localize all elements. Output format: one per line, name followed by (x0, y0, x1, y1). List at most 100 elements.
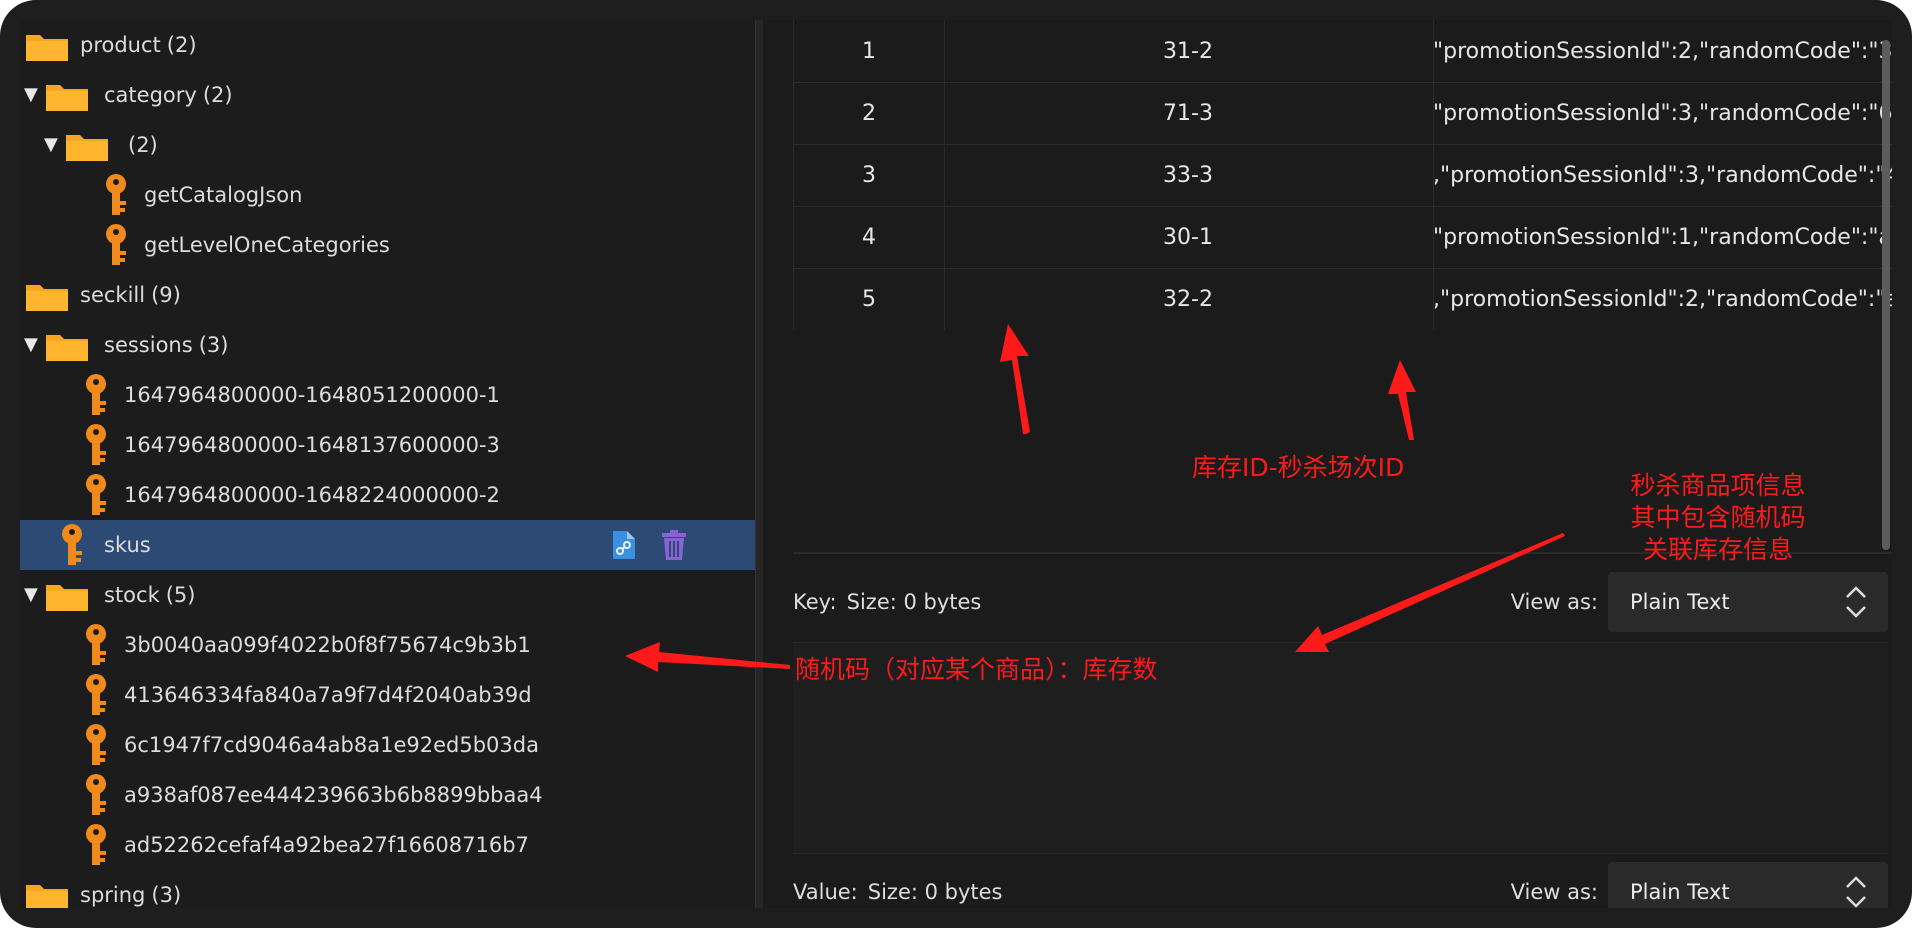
row-index: 3 (793, 144, 945, 206)
key-field-header: Key: Size: 0 bytes View as: Plain Text (793, 572, 1888, 632)
key-icon (86, 724, 106, 765)
folder-icon (66, 135, 108, 161)
folder-icon (26, 885, 68, 908)
annotation-line: 关联库存信息 (1642, 535, 1793, 564)
tree-label: ad52262cefaf4a92bea27f16608716b7 (124, 833, 529, 857)
table-row[interactable]: 5 32-2 ,"promotionSessionId":2,"randomCo… (793, 268, 1892, 330)
expand-arrow-icon[interactable]: ▼ (24, 336, 42, 354)
key-icon (86, 674, 106, 715)
tree-label: skus (104, 533, 151, 557)
tree-label: 3b0040aa099f4022b0f8f75674c9b3b1 (124, 633, 531, 657)
key-icon (86, 624, 106, 665)
app-window: product (2) ▼ category (2) ▼ (2) getCatalo… (0, 0, 1912, 928)
key-icon (106, 174, 126, 215)
tree-label: (2) (128, 133, 158, 157)
folder-icon (46, 335, 88, 361)
key-icon (62, 524, 82, 565)
row-index: 5 (793, 268, 945, 330)
tree-label: seckill (9) (80, 283, 181, 307)
trash-icon[interactable] (660, 529, 688, 561)
tree-key-session-1[interactable]: 1647964800000-1648051200000-1 (20, 370, 755, 420)
tree-key-session-2[interactable]: 1647964800000-1648137600000-3 (20, 420, 755, 470)
hash-value[interactable]: "promotionSessionId":3,"randomCode":"6c1 (1433, 82, 1892, 144)
key-format-select[interactable]: Plain Text (1608, 572, 1888, 632)
hash-field[interactable]: 71-3 (943, 82, 1434, 144)
tree-key-stock-3[interactable]: 6c1947f7cd9046a4ab8a1e92ed5b03da (20, 720, 755, 770)
view-as-label: View as: (1510, 880, 1598, 904)
expand-arrow-icon[interactable]: ▼ (24, 86, 42, 104)
row-index: 4 (793, 206, 945, 268)
key-tree: product (2) ▼ category (2) ▼ (2) getCatalo… (20, 20, 755, 908)
tree-key-getcatalogjson[interactable]: getCatalogJson (20, 170, 755, 220)
table-row[interactable]: 1 31-2 "promotionSessionId":2,"randomCod… (793, 20, 1892, 83)
tree-key-stock-2[interactable]: 413646334fa840a7a9f7d4f2040ab39d (20, 670, 755, 720)
annotation-line: 秒杀商品项信息 (1630, 471, 1806, 500)
value-size: Size: 0 bytes (867, 880, 1003, 904)
table-row[interactable]: 2 71-3 "promotionSessionId":3,"randomCod… (793, 82, 1892, 145)
key-icon (86, 774, 106, 815)
table-scrollbar[interactable] (1882, 40, 1890, 550)
hash-value[interactable]: ,"promotionSessionId":3,"randomCode":"41… (1433, 144, 1892, 206)
tree-key-stock-4[interactable]: a938af087ee444239663b6b8899bbaa4 (20, 770, 755, 820)
table-row[interactable]: 3 33-3 ,"promotionSessionId":3,"randomCo… (793, 144, 1892, 207)
tree-label: spring (3) (80, 883, 182, 907)
tree-label: getCatalogJson (144, 183, 303, 207)
hash-table: 1 31-2 "promotionSessionId":2,"randomCod… (793, 20, 1892, 330)
tree-folder-category[interactable]: ▼ category (2) (20, 70, 755, 120)
tree-label: sessions (3) (104, 333, 229, 357)
tree-label: 6c1947f7cd9046a4ab8a1e92ed5b03da (124, 733, 539, 757)
annotation-line: 其中包含随机码 (1630, 503, 1806, 532)
value-format-select[interactable]: Plain Text (1608, 862, 1888, 908)
tree-label: a938af087ee444239663b6b8899bbaa4 (124, 783, 543, 807)
tree-folder-spring[interactable]: spring (3) (20, 870, 755, 908)
key-icon (106, 224, 126, 265)
row-index: 2 (793, 82, 945, 144)
tree-key-getlevelonecategories[interactable]: getLevelOneCategories (20, 220, 755, 270)
key-icon (86, 824, 106, 865)
key-icon (86, 424, 106, 465)
tree-folder-product[interactable]: product (2) (20, 20, 755, 70)
annotation-value-note: 秒杀商品项信息 其中包含随机码 关联库存信息 (1598, 470, 1838, 566)
tree-folder-stock[interactable]: ▼ stock (5) (20, 570, 755, 620)
key-label: Key: (793, 590, 837, 614)
row-index: 1 (793, 20, 945, 82)
chevron-up-down-icon (1846, 876, 1866, 908)
hash-field[interactable]: 31-2 (943, 20, 1434, 82)
expand-arrow-icon[interactable]: ▼ (44, 136, 62, 154)
folder-icon (46, 585, 88, 611)
tree-key-stock-5[interactable]: ad52262cefaf4a92bea27f16608716b7 (20, 820, 755, 870)
folder-icon (46, 85, 88, 111)
hash-value[interactable]: ,"promotionSessionId":2,"randomCode":"ad… (1433, 268, 1892, 330)
select-value: Plain Text (1630, 880, 1730, 904)
chevron-up-down-icon (1846, 586, 1866, 618)
copy-key-icon[interactable] (610, 529, 638, 561)
expand-arrow-icon[interactable]: ▼ (24, 586, 42, 604)
tree-key-session-3[interactable]: 1647964800000-1648224000000-2 (20, 470, 755, 520)
app-content: product (2) ▼ category (2) ▼ (2) getCatalo… (20, 20, 1892, 908)
tree-key-stock-1[interactable]: 3b0040aa099f4022b0f8f75674c9b3b1 (20, 620, 755, 670)
tree-folder-empty-name[interactable]: ▼ (2) (20, 120, 755, 170)
hash-value[interactable]: "promotionSessionId":1,"randomCode":"a93… (1433, 206, 1892, 268)
hash-field[interactable]: 33-3 (943, 144, 1434, 206)
hash-value[interactable]: "promotionSessionId":2,"randomCode":"3b0 (1433, 20, 1892, 82)
tree-folder-seckill[interactable]: seckill (9) (20, 270, 755, 320)
tree-label: getLevelOneCategories (144, 233, 390, 257)
tree-label: stock (5) (104, 583, 196, 607)
table-row[interactable]: 4 30-1 "promotionSessionId":1,"randomCod… (793, 206, 1892, 269)
tree-folder-sessions[interactable]: ▼ sessions (3) (20, 320, 755, 370)
value-field-header: Value: Size: 0 bytes View as: Plain Text (793, 862, 1888, 908)
key-icon (86, 374, 106, 415)
key-icon (86, 474, 106, 515)
annotation-field-note: 库存ID-秒杀场次ID (1192, 453, 1405, 482)
view-as-label: View as: (1510, 590, 1598, 614)
hash-field[interactable]: 30-1 (943, 206, 1434, 268)
value-label: Value: (793, 880, 858, 904)
tree-key-skus[interactable]: skus (20, 520, 755, 570)
hash-field[interactable]: 32-2 (943, 268, 1434, 330)
tree-label: 1647964800000-1648051200000-1 (124, 383, 500, 407)
folder-icon (26, 285, 68, 311)
tree-label: 1647964800000-1648137600000-3 (124, 433, 500, 457)
annotation-stock-note: 随机码（对应某个商品）：库存数 (795, 655, 1158, 684)
tree-label: 1647964800000-1648224000000-2 (124, 483, 500, 507)
tree-label: product (2) (80, 33, 197, 57)
